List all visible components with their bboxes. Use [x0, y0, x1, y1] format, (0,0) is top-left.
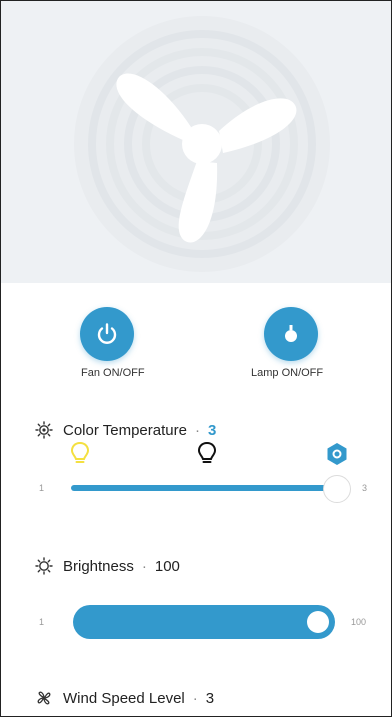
brightness-min: 1	[39, 617, 45, 627]
color-temperature-min: 1	[39, 483, 45, 493]
wind-speed-separator: ·	[192, 689, 198, 707]
brightness-max: 100	[351, 617, 367, 627]
cool-hexagon-icon[interactable]	[326, 442, 348, 466]
lamp-power-button[interactable]	[264, 307, 318, 361]
fan-power-label: Fan ON/OFF	[81, 367, 145, 379]
color-temperature-value: 3	[207, 421, 217, 439]
brightness-label: Brightness	[63, 557, 134, 575]
lamp-power-label: Lamp ON/OFF	[251, 367, 324, 379]
brightness-thumb[interactable]	[307, 611, 329, 633]
app-frame: Fan ON/OFF Lamp ON/OFF Color Temperature…	[0, 0, 392, 717]
wind-speed-label: Wind Speed Level	[63, 689, 185, 707]
sun-icon	[35, 557, 53, 575]
fan-illustration-icon	[74, 16, 330, 272]
wind-speed-value: 3	[205, 689, 215, 707]
brightness-title-row: Brightness · 100	[35, 557, 180, 575]
brightness-value: 100	[154, 557, 180, 575]
neutral-bulb-icon[interactable]	[196, 441, 218, 465]
color-temperature-title-row: Color Temperature · 3	[35, 421, 216, 439]
wind-speed-title-row: Wind Speed Level · 3	[35, 689, 214, 707]
power-icon	[97, 323, 117, 344]
sun-settings-icon	[35, 421, 53, 439]
fan-preview-panel	[1, 1, 391, 283]
brightness-separator: ·	[141, 557, 147, 575]
color-temperature-label: Color Temperature	[63, 421, 187, 439]
color-temperature-slider[interactable]	[71, 485, 343, 491]
brightness-slider[interactable]	[73, 605, 335, 639]
color-temperature-thumb[interactable]	[323, 475, 351, 503]
fan-icon	[37, 691, 51, 705]
fan-power-button[interactable]	[80, 307, 134, 361]
color-temperature-max: 3	[362, 483, 368, 493]
warm-bulb-icon[interactable]	[69, 441, 91, 465]
lamp-icon	[285, 325, 297, 342]
color-temperature-separator: ·	[194, 421, 200, 439]
